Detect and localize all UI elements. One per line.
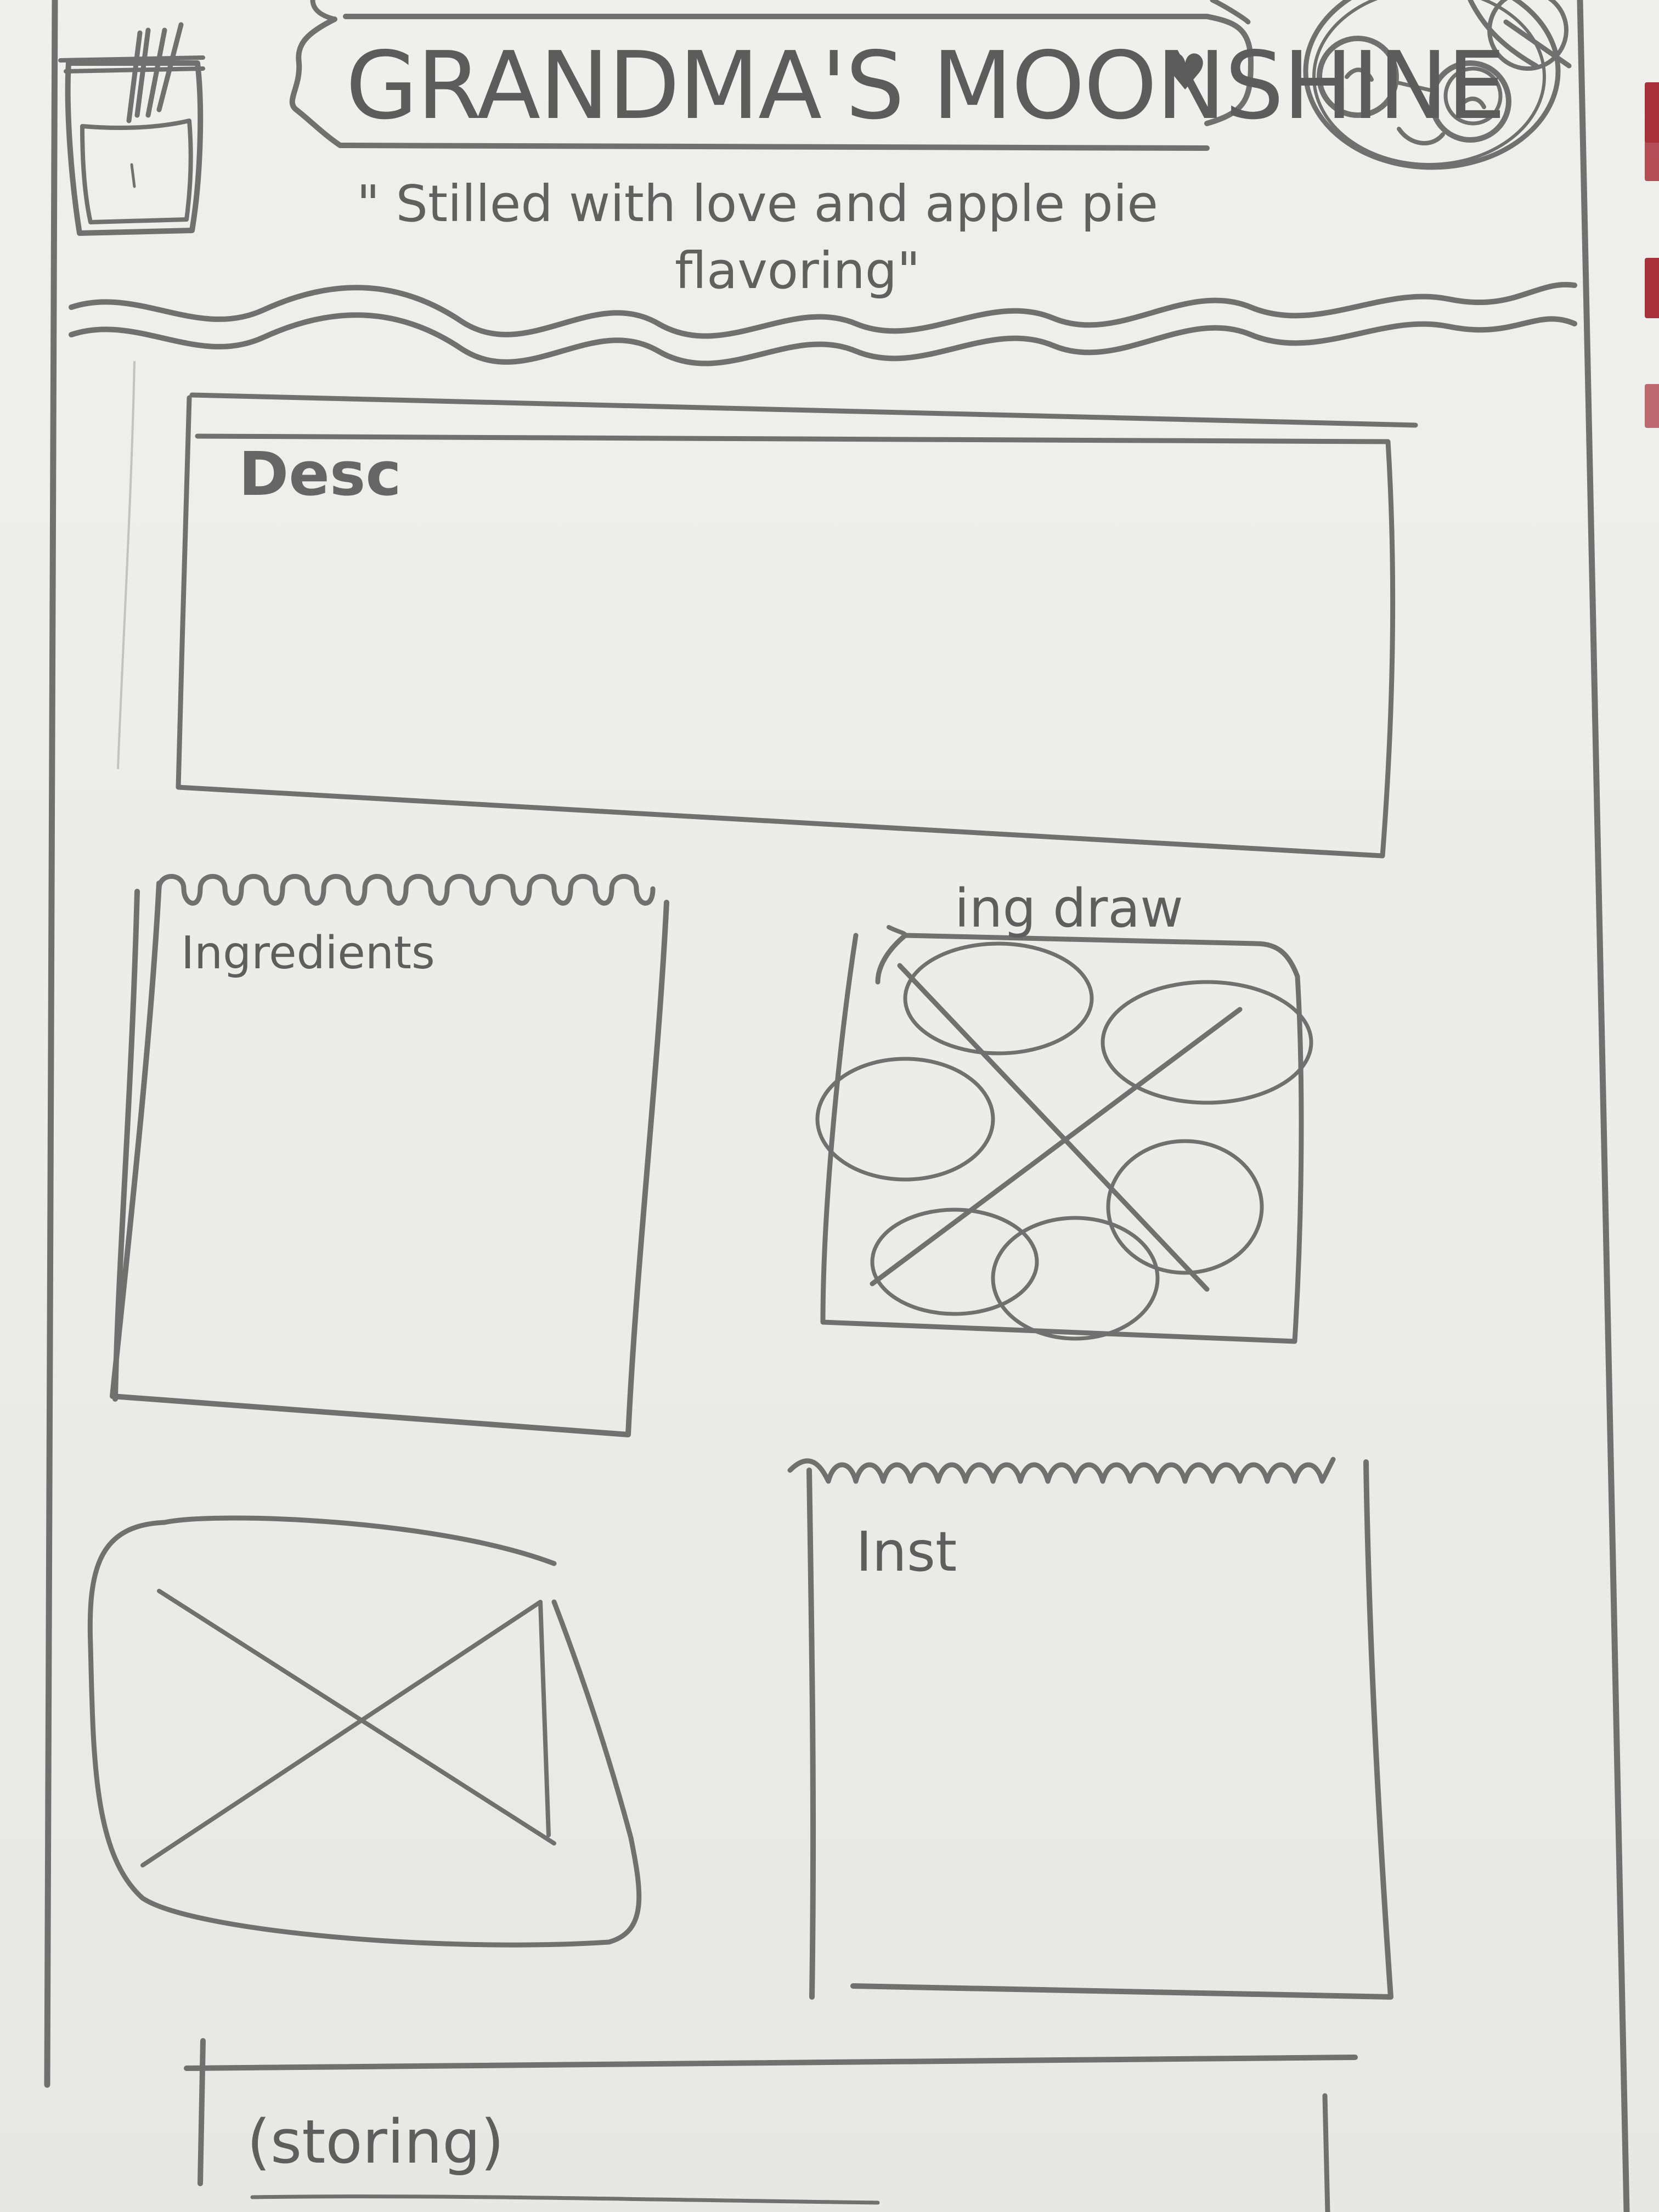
scribble-flower-icon xyxy=(815,941,1313,1341)
placeholder-cross xyxy=(140,1589,556,1867)
faint-guide-line xyxy=(117,361,136,769)
storing-label: (storing) xyxy=(247,2107,504,2177)
heart-icon: ♥ xyxy=(1163,44,1207,101)
page-border-right xyxy=(1577,0,1630,2212)
tagline-line1: " Stilled with love and apple pie xyxy=(357,174,1158,233)
tagline-line2: flavoring" xyxy=(675,241,921,300)
ingredient-drawing-box xyxy=(815,925,1313,1344)
image-placeholder-box xyxy=(87,1515,642,1948)
instructions-label: Inst xyxy=(856,1520,957,1584)
zigzag-tear-edge xyxy=(787,1457,1336,1484)
jar-icon xyxy=(58,22,205,236)
ingredient-drawing-label: ing draw xyxy=(955,878,1183,939)
ingredients-label: Ingredients xyxy=(181,927,435,979)
wavy-divider xyxy=(69,312,1577,366)
page-border-left xyxy=(44,0,58,2088)
description-label: Desc xyxy=(239,439,402,509)
page-title: GRANDMA'S MOONSHINE xyxy=(346,32,1506,140)
wireframe-sketch xyxy=(44,0,1630,2212)
spiral-binding xyxy=(156,874,656,906)
